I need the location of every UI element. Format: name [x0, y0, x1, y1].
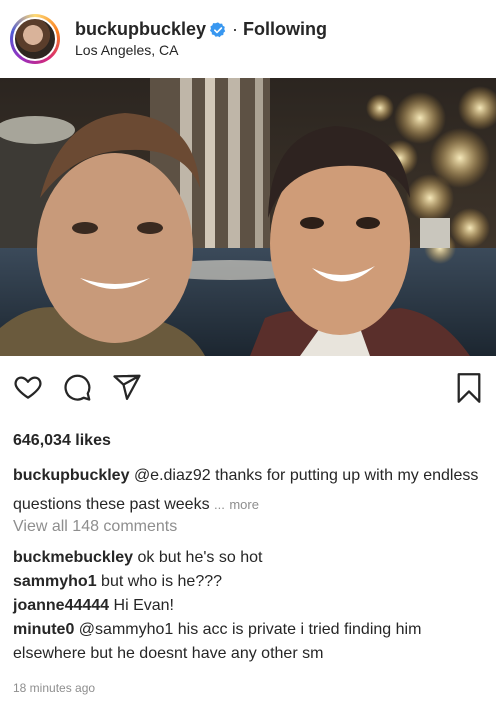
likes-count[interactable]: 646,034 likes [13, 432, 111, 450]
verified-badge-icon [210, 21, 226, 37]
share-icon[interactable] [112, 372, 142, 402]
caption-ellipsis: ... [214, 497, 225, 512]
bookmark-icon[interactable] [455, 372, 483, 404]
post-photo[interactable] [0, 78, 496, 356]
comment-text: Hi Evan! [113, 597, 174, 614]
post-header: buckupbuckley · Following Los Angeles, C… [0, 0, 496, 78]
comment-text: ok but he's so hot [137, 549, 263, 566]
comment-username[interactable]: minute0 [13, 621, 74, 638]
header-username-line: buckupbuckley · Following [75, 19, 327, 40]
list-item: joanne44444 Hi Evan! [13, 594, 483, 618]
caption-username[interactable]: buckupbuckley [13, 467, 129, 484]
location-link[interactable]: Los Angeles, CA [75, 42, 179, 58]
avatar[interactable] [10, 14, 60, 64]
comment-username[interactable]: joanne44444 [13, 597, 109, 614]
post-timestamp: 18 minutes ago [13, 681, 96, 695]
username-link[interactable]: buckupbuckley [75, 19, 206, 40]
action-bar [0, 372, 496, 408]
list-item: sammyho1 but who is he??? [13, 570, 483, 594]
comment-username[interactable]: sammyho1 [13, 573, 97, 590]
list-item: buckmebuckley ok but he's so hot [13, 546, 483, 570]
comment-text: @sammyho1 his acc is private i tried fin… [13, 621, 422, 662]
heart-icon[interactable] [13, 372, 43, 402]
following-button[interactable]: Following [243, 19, 327, 40]
comment-icon[interactable] [62, 372, 92, 402]
comment-username[interactable]: buckmebuckley [13, 549, 133, 566]
comment-list: buckmebuckley ok but he's so hot sammyho… [13, 546, 483, 666]
avatar-image [13, 17, 57, 61]
list-item: minute0 @sammyho1 his acc is private i t… [13, 618, 483, 666]
separator-dot: · [232, 19, 239, 39]
more-link[interactable]: more [229, 497, 259, 512]
post-photo-image [0, 78, 496, 356]
comment-text: but who is he??? [101, 573, 223, 590]
view-all-comments-link[interactable]: View all 148 comments [13, 518, 177, 536]
post-caption: buckupbuckley @e.diaz92 thanks for putti… [13, 461, 483, 519]
